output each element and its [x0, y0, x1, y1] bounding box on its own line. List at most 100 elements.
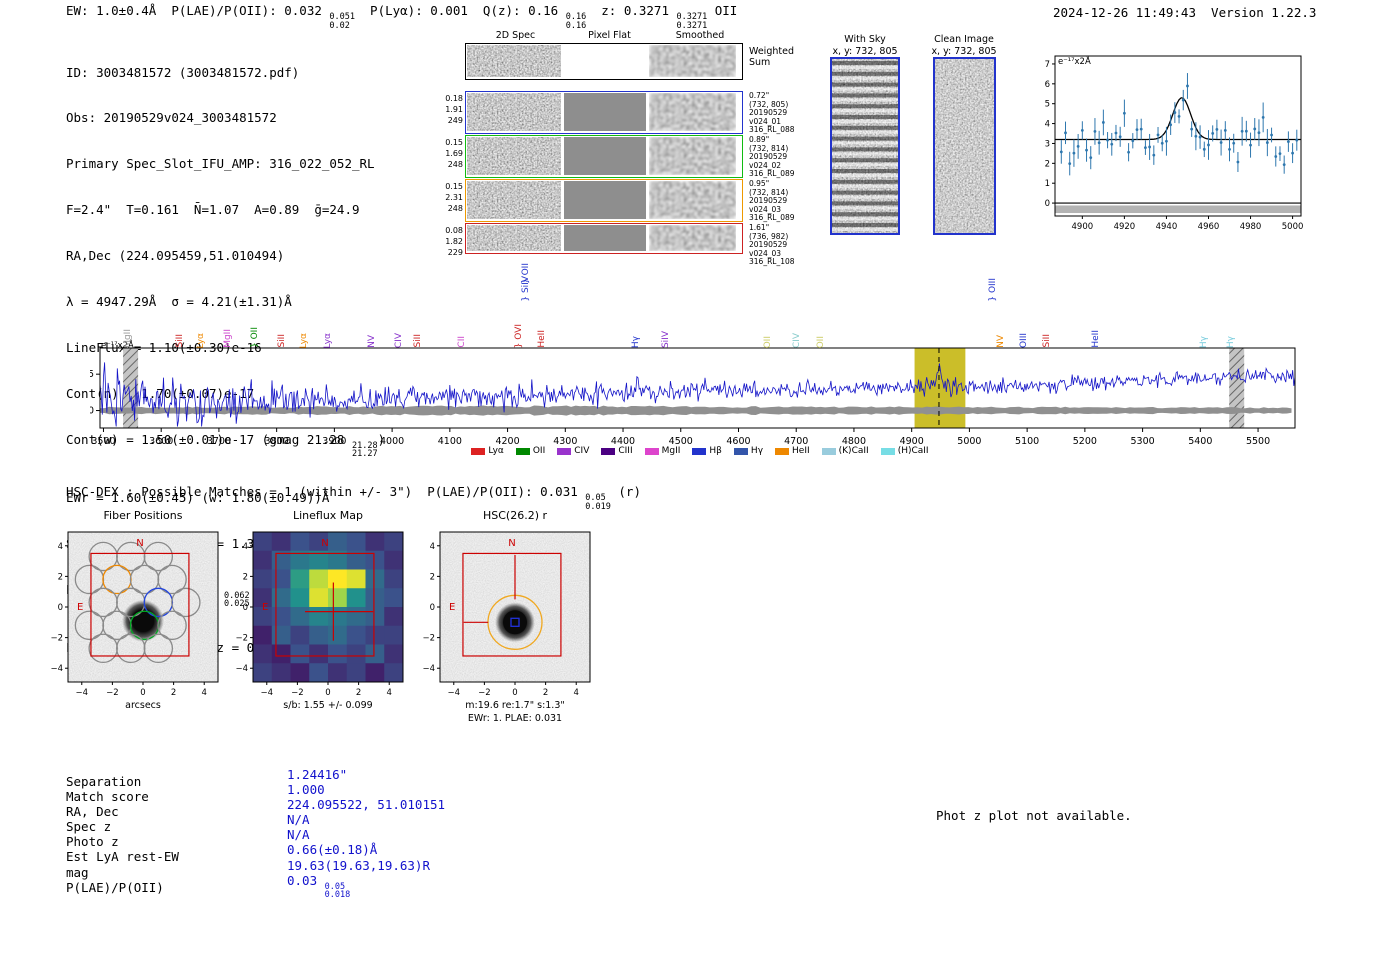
- hsc-dex-match-line: HSC-DEX : Possible Matches = 1 (within +…: [66, 484, 641, 512]
- svg-text:5: 5: [90, 369, 94, 380]
- legend-item-MgII: MgII: [644, 446, 681, 456]
- svg-text:0: 0: [58, 603, 63, 613]
- spec2d-row-annotation: 0.95" (732, 814) 20190529 v024_03 316_RL_089: [749, 179, 795, 223]
- spec2d-row-annotation: 0.72" (732, 805) 20190529 v024_01 316_RL_088: [749, 91, 795, 135]
- heatmap-cell: [384, 607, 404, 627]
- match-row-value: 0.03 0.05 0.018: [287, 872, 351, 901]
- match-row-value: N/A: [287, 827, 310, 843]
- north-label: N: [508, 538, 515, 549]
- heatmap-cell: [365, 663, 385, 683]
- spec2d-row-annotation: 1.61" (736, 982) 20190529 v024_03 316_RL_108: [749, 223, 795, 267]
- svg-text:2: 2: [430, 572, 435, 582]
- legend-label: CIV: [574, 446, 590, 456]
- heatmap-cell: [365, 607, 385, 627]
- clean-image-title: Clean Image x, y: 732, 805: [915, 34, 1013, 57]
- svg-text:4: 4: [58, 542, 63, 552]
- legend-swatch: [515, 447, 530, 455]
- with-sky-title: With Sky x, y: 732, 805: [818, 34, 912, 57]
- svg-text:4: 4: [202, 688, 207, 698]
- heatmap-cell: [290, 588, 310, 608]
- heatmap-cell: [346, 607, 366, 627]
- spec2d-row-stats: 0.08 1.82 229: [445, 226, 463, 257]
- legend-label: MgII: [661, 446, 681, 456]
- svg-text:2: 2: [58, 572, 63, 582]
- legend-item-HCaII: (H)CaII: [880, 446, 929, 456]
- with-sky-image: [830, 57, 900, 235]
- spec2d-row-stats: 0.15 2.31 248: [445, 182, 463, 213]
- legend-item-OII: OII: [515, 446, 546, 456]
- heatmap-cell: [365, 644, 385, 664]
- east-label: E: [262, 602, 268, 613]
- heatmap-cell: [384, 550, 404, 570]
- heatmap-cell: [328, 644, 348, 664]
- spec2d-row-2: [465, 135, 743, 178]
- with-sky-coords: x, y: 732, 805: [832, 45, 898, 57]
- legend-item-CIII: CIII: [601, 446, 633, 456]
- legend-label: CIII: [618, 446, 633, 456]
- timestamp-version: 2024-12-26 11:49:43 Version 1.22.3: [1053, 5, 1317, 20]
- spec2d-cell: [564, 137, 646, 175]
- spec2d-cell: [564, 93, 646, 131]
- legend-swatch: [821, 447, 836, 455]
- svg-text:0: 0: [1045, 199, 1050, 209]
- heatmap-cell: [271, 532, 291, 552]
- zoom-units-label: e⁻¹⁷x2Å: [1058, 57, 1091, 67]
- line-label-SiIV: } SiIV: [521, 276, 531, 302]
- col-header-2dspec: 2D Spec: [495, 30, 536, 41]
- heatmap-cell: [365, 569, 385, 589]
- svg-text:−4: −4: [50, 664, 63, 674]
- observation-id: Obs: 20190529v024_3003481572: [66, 110, 277, 126]
- weighted-sum-label: Weighted Sum: [749, 46, 794, 68]
- legend-swatch: [471, 447, 486, 455]
- heatmap-cell: [384, 532, 404, 552]
- svg-text:0: 0: [430, 603, 435, 613]
- line-label-OIII: } OIII: [988, 278, 998, 302]
- spec2d-cell: [649, 93, 736, 131]
- photz-note: Phot z plot not available.: [936, 808, 1132, 823]
- full-spectrum-plot: 3500 3600 3700 3800 3900 4000 4100 4200 4300 4400…: [90, 347, 1296, 447]
- fiber-xlabel: arcsecs: [125, 700, 161, 711]
- spec2d-cell: [564, 181, 646, 219]
- svg-text:2: 2: [171, 688, 176, 698]
- spec2d-cell: [467, 93, 561, 131]
- heatmap-cell: [290, 607, 310, 627]
- z-uncertainty: 0.3271 0.3271: [676, 12, 708, 31]
- match-row-value: 1.000: [287, 782, 325, 798]
- heatmap-cell: [384, 644, 404, 664]
- heatmap-cell: [384, 569, 404, 589]
- spec2d-row-3: [465, 179, 743, 222]
- line-fit-plot: 4900 4920 4940 4960 4980 5000 0 1 2 3 4 5 6 7: [1045, 55, 1303, 232]
- svg-text:−2: −2: [422, 634, 435, 644]
- spec2d-row-stats: 0.15 1.69 248: [445, 138, 463, 169]
- svg-text:4: 4: [243, 542, 248, 552]
- match-row-value: N/A: [287, 812, 310, 828]
- match-row-label: Est LyA rest-EW: [66, 849, 179, 865]
- heatmap-cell: [309, 588, 329, 608]
- match-table-row: Separation 1.24416": [66, 767, 445, 789]
- spec2d-cell: [649, 181, 736, 219]
- legend-label: OII: [532, 446, 546, 456]
- heatmap-cell: [328, 607, 348, 627]
- heatmap-cell: [309, 644, 329, 664]
- svg-text:2: 2: [1045, 159, 1050, 169]
- heatmap-cell: [271, 625, 291, 645]
- legend-swatch: [775, 447, 790, 455]
- spec2d-cell: [649, 225, 736, 251]
- heatmap-cell: [309, 663, 329, 683]
- legend-label: (H)CaII: [897, 446, 929, 456]
- spectrum-units-label: e⁻¹⁷x2Å: [101, 341, 134, 351]
- detection-id: ID: 3003481572 (3003481572.pdf): [66, 64, 300, 80]
- spec2d-cell: [564, 225, 646, 251]
- svg-text:4960: 4960: [1198, 222, 1220, 232]
- match-row-value: 19.63(19.63,19.63)R: [287, 857, 430, 873]
- svg-text:4920: 4920: [1114, 222, 1136, 232]
- match-row-label: Separation: [66, 774, 142, 789]
- spec2d-cell: [564, 45, 646, 77]
- heatmap-cell: [290, 532, 310, 552]
- heatmap-cell: [328, 625, 348, 645]
- plae-uncertainty: 0.051 0.02: [329, 12, 355, 31]
- heatmap-cell: [328, 588, 348, 608]
- spec2d-row-annotation: 0.89" (732, 814) 20190529 v024_02 316_RL_089: [749, 135, 795, 179]
- legend-item-Ly: Lyα: [471, 446, 504, 456]
- svg-text:0: 0: [90, 406, 94, 417]
